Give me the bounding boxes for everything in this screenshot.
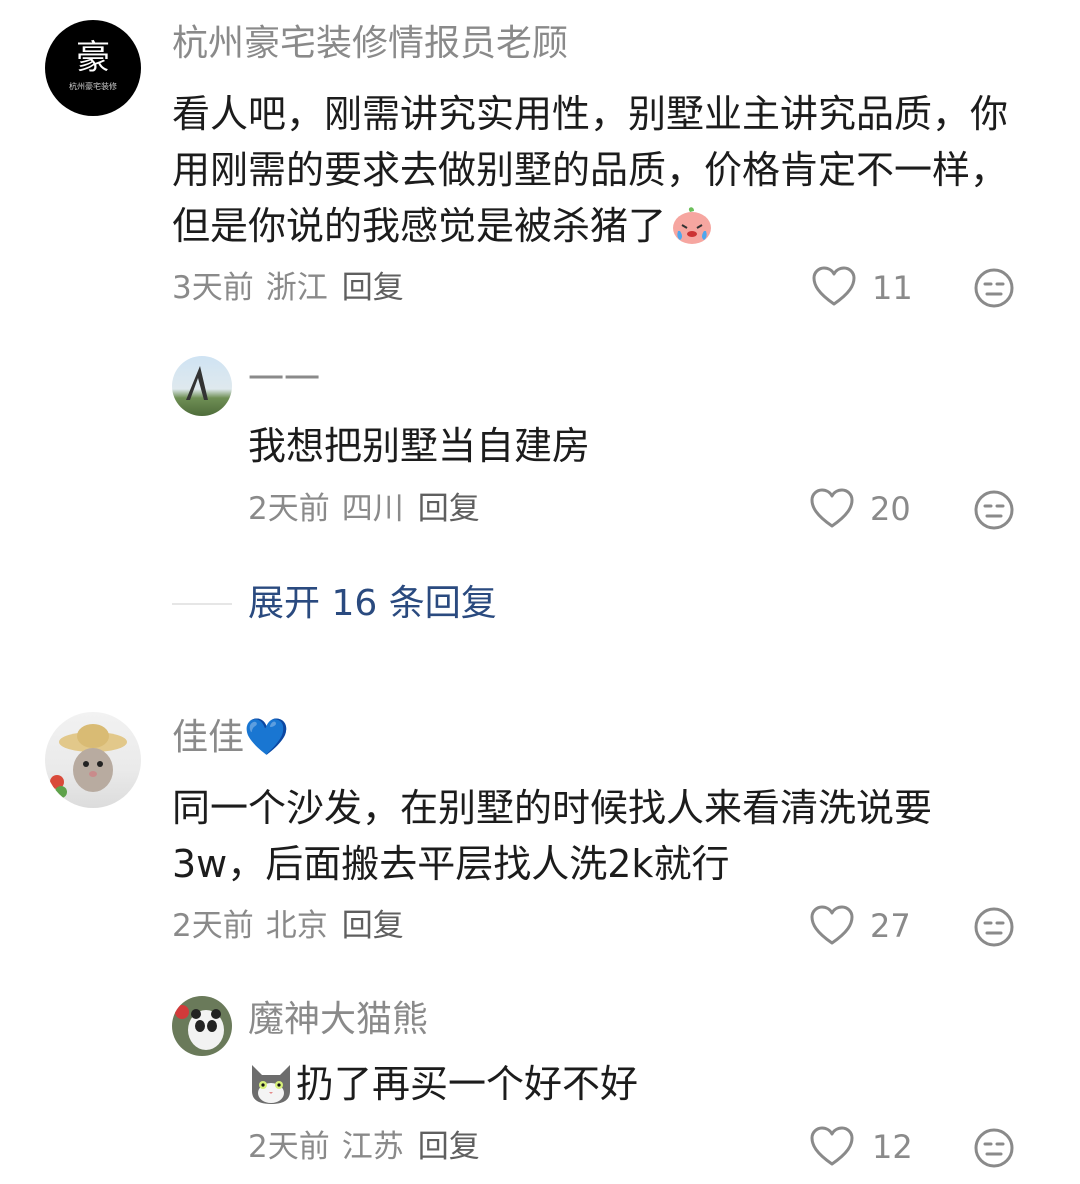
like-count: 20 xyxy=(870,490,911,528)
avatar[interactable]: 豪 杭州豪宅装修 xyxy=(45,20,141,116)
comment-content: 同一个沙发，在别墅的时候找人来看清洗说要3w，后面搬去平层找人洗2k就行 xyxy=(172,786,933,886)
reply-text: 扔了再买一个好不好 xyxy=(296,1062,639,1106)
reply-button[interactable]: 回复 xyxy=(418,491,480,527)
reply-button[interactable]: 回复 xyxy=(418,1129,480,1165)
comment-location: 北京 xyxy=(265,908,328,944)
dislike-face-icon[interactable] xyxy=(974,907,1014,947)
reply-location: 江苏 xyxy=(341,1129,404,1165)
comment-meta: 3天前 浙江 回复 xyxy=(172,268,404,308)
expand-divider xyxy=(172,603,232,605)
reply-author[interactable]: 一一 xyxy=(248,358,320,402)
expand-replies-button[interactable]: 展开 16 条回复 xyxy=(248,582,497,626)
reply-meta: 2天前 四川 回复 xyxy=(248,489,480,529)
comment-time: 2天前 xyxy=(172,908,254,944)
heart-icon[interactable] xyxy=(812,266,856,308)
reply-button[interactable]: 回复 xyxy=(342,908,404,944)
reply-time: 2天前 xyxy=(248,1129,330,1165)
like-count: 11 xyxy=(872,269,913,307)
like-count: 12 xyxy=(872,1128,913,1166)
heart-icon[interactable] xyxy=(810,905,854,947)
comment-time: 3天前 xyxy=(172,270,254,306)
avatar-logo-text: 豪 xyxy=(76,38,110,78)
reply-time: 2天前 xyxy=(248,491,330,527)
reply-location: 四川 xyxy=(341,491,404,527)
comment-author[interactable]: 佳佳💙 xyxy=(172,716,289,760)
comment-meta: 2天前 北京 回复 xyxy=(172,906,404,946)
comment-author[interactable]: 杭州豪宅装修情报员老顾 xyxy=(172,22,568,66)
dislike-face-icon[interactable] xyxy=(974,1128,1014,1168)
crying-peach-emoji-icon xyxy=(670,203,714,262)
comment-text: 看人吧，刚需讲究实用性，别墅业主讲究品质，你用刚需的要求去做别墅的品质，价格肯定… xyxy=(172,92,1009,248)
comment-location: 浙江 xyxy=(265,270,328,306)
reply-avatar[interactable] xyxy=(172,996,232,1056)
avatar[interactable] xyxy=(45,712,141,808)
heart-icon[interactable] xyxy=(810,488,854,530)
comment-content: 看人吧，刚需讲究实用性，别墅业主讲究品质，你用刚需的要求去做别墅的品质，价格肯定… xyxy=(172,86,1022,262)
reply-content: 我想把别墅当自建房 xyxy=(248,424,591,468)
heart-icon[interactable] xyxy=(810,1126,854,1168)
like-count: 27 xyxy=(870,907,911,945)
reply-button[interactable]: 回复 xyxy=(342,270,404,306)
reply-author[interactable]: 魔神大猫熊 xyxy=(248,998,428,1042)
avatar-logo-subtext: 杭州豪宅装修 xyxy=(69,82,117,91)
reply-avatar[interactable] xyxy=(172,356,232,416)
reply-content: 扔了再买一个好不好 xyxy=(248,1056,1018,1120)
reply-meta: 2天前 江苏 回复 xyxy=(248,1127,480,1167)
cat-emoji-icon xyxy=(248,1061,294,1120)
dislike-face-icon[interactable] xyxy=(974,490,1014,530)
dislike-face-icon[interactable] xyxy=(974,268,1014,308)
